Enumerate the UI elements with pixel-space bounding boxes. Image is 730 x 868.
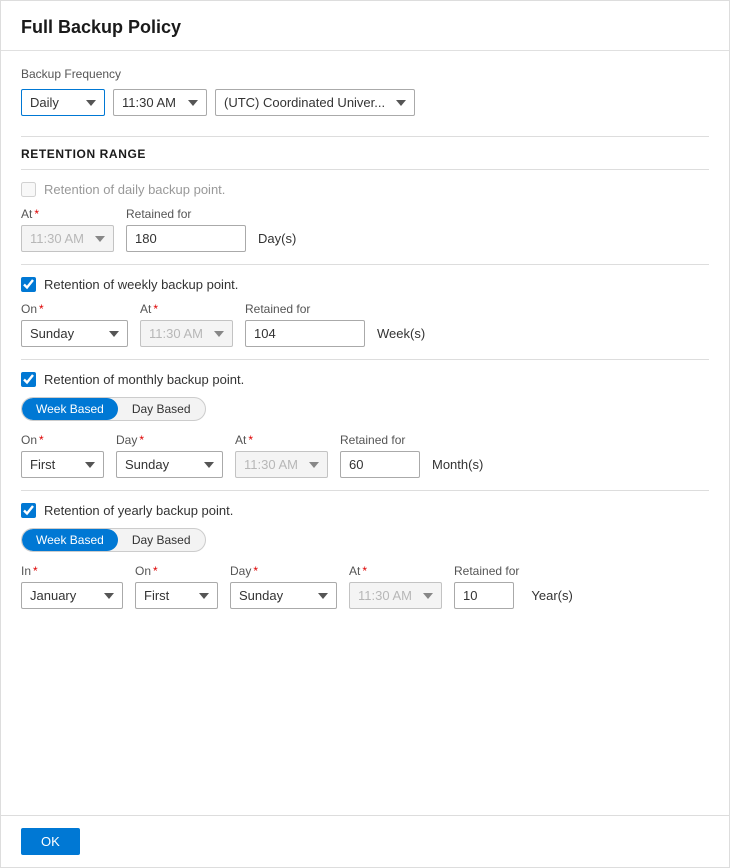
yearly-at-group: At * 11:30 AM <box>349 564 442 609</box>
ok-button[interactable]: OK <box>21 828 80 855</box>
weekly-on-group: On * Sunday Monday Tuesday Wednesday Thu… <box>21 302 128 347</box>
weekly-at-required: * <box>153 302 158 316</box>
monthly-day-group: Day * Sunday Monday Tuesday Wednesday Th… <box>116 433 223 478</box>
yearly-checkbox-label: Retention of yearly backup point. <box>44 503 233 518</box>
daily-at-group: At * 11:30 AM <box>21 207 114 252</box>
weekly-on-select[interactable]: Sunday Monday Tuesday Wednesday Thursday… <box>21 320 128 347</box>
monthly-at-select: 11:30 AM <box>235 451 328 478</box>
yearly-day-select[interactable]: Sunday Monday Tuesday Wednesday Thursday… <box>230 582 337 609</box>
yearly-retained-input[interactable] <box>454 582 514 609</box>
weekly-retention-block: Retention of weekly backup point. On * S… <box>21 265 709 360</box>
yearly-at-select: 11:30 AM <box>349 582 442 609</box>
daily-unit: Day(s) <box>258 231 296 252</box>
daily-retention-block: Retention of daily backup point. At * 11… <box>21 170 709 265</box>
weekly-retained-label: Retained for <box>245 302 365 316</box>
backup-frequency-label: Backup Frequency <box>21 67 709 81</box>
yearly-tab-day-based[interactable]: Day Based <box>118 529 205 551</box>
yearly-checkbox[interactable] <box>21 503 36 518</box>
yearly-retention-block: Retention of yearly backup point. Week B… <box>21 491 709 621</box>
monthly-at-label: At * <box>235 433 328 447</box>
yearly-in-select[interactable]: January February March April May June Ju… <box>21 582 123 609</box>
yearly-in-group: In * January February March April May Ju… <box>21 564 123 609</box>
retention-range-header: RETENTION RANGE <box>21 136 709 170</box>
daily-checkbox-row: Retention of daily backup point. <box>21 182 709 197</box>
yearly-unit: Year(s) <box>531 588 572 609</box>
monthly-tab-day-based[interactable]: Day Based <box>118 398 205 420</box>
yearly-on-group: On * First Second Third Fourth Last <box>135 564 218 609</box>
monthly-checkbox-row: Retention of monthly backup point. <box>21 372 709 387</box>
yearly-retained-group: Retained for <box>454 564 519 609</box>
weekly-fields-row: On * Sunday Monday Tuesday Wednesday Thu… <box>21 302 709 347</box>
main-content: Backup Frequency Daily Weekly Monthly 11… <box>1 51 729 815</box>
yearly-in-required: * <box>33 564 38 578</box>
yearly-retained-label: Retained for <box>454 564 519 578</box>
time-select[interactable]: 11:30 AM 12:00 PM <box>113 89 207 116</box>
daily-at-select: 11:30 AM <box>21 225 114 252</box>
yearly-on-select[interactable]: First Second Third Fourth Last <box>135 582 218 609</box>
monthly-at-required: * <box>248 433 253 447</box>
frequency-row: Daily Weekly Monthly 11:30 AM 12:00 PM (… <box>21 89 709 116</box>
monthly-on-label: On * <box>21 433 104 447</box>
weekly-at-label: At * <box>140 302 233 316</box>
yearly-at-required: * <box>362 564 367 578</box>
page-container: Full Backup Policy Backup Frequency Dail… <box>0 0 730 868</box>
daily-checkbox-label: Retention of daily backup point. <box>44 182 225 197</box>
weekly-at-group: At * 11:30 AM <box>140 302 233 347</box>
yearly-day-required: * <box>253 564 258 578</box>
monthly-on-group: On * First Second Third Fourth Last <box>21 433 104 478</box>
daily-retained-input[interactable] <box>126 225 246 252</box>
page-title: Full Backup Policy <box>1 1 729 51</box>
monthly-retained-input[interactable] <box>340 451 420 478</box>
daily-at-required: * <box>34 207 39 221</box>
weekly-on-required: * <box>39 302 44 316</box>
monthly-on-select[interactable]: First Second Third Fourth Last <box>21 451 104 478</box>
daily-checkbox[interactable] <box>21 182 36 197</box>
yearly-at-label: At * <box>349 564 442 578</box>
daily-retained-group: Retained for <box>126 207 246 252</box>
weekly-retained-group: Retained for <box>245 302 365 347</box>
frequency-select[interactable]: Daily Weekly Monthly <box>21 89 105 116</box>
monthly-on-required: * <box>39 433 44 447</box>
monthly-retained-label: Retained for <box>340 433 420 447</box>
monthly-checkbox[interactable] <box>21 372 36 387</box>
yearly-fields-row: In * January February March April May Ju… <box>21 564 709 609</box>
yearly-on-label: On * <box>135 564 218 578</box>
monthly-day-select[interactable]: Sunday Monday Tuesday Wednesday Thursday… <box>116 451 223 478</box>
monthly-checkbox-label: Retention of monthly backup point. <box>44 372 244 387</box>
daily-fields-row: At * 11:30 AM Retained for Day(s) <box>21 207 709 252</box>
monthly-tab-group: Week Based Day Based <box>21 397 206 421</box>
weekly-unit: Week(s) <box>377 326 425 347</box>
timezone-select[interactable]: (UTC) Coordinated Univer... <box>215 89 415 116</box>
monthly-fields-row: On * First Second Third Fourth Last Day … <box>21 433 709 478</box>
monthly-retained-group: Retained for <box>340 433 420 478</box>
yearly-checkbox-row: Retention of yearly backup point. <box>21 503 709 518</box>
weekly-checkbox[interactable] <box>21 277 36 292</box>
weekly-checkbox-row: Retention of weekly backup point. <box>21 277 709 292</box>
daily-retained-label: Retained for <box>126 207 246 221</box>
monthly-tab-week-based[interactable]: Week Based <box>22 398 118 420</box>
yearly-day-label: Day * <box>230 564 337 578</box>
yearly-in-label: In * <box>21 564 123 578</box>
yearly-on-required: * <box>153 564 158 578</box>
weekly-retained-input[interactable] <box>245 320 365 347</box>
monthly-at-group: At * 11:30 AM <box>235 433 328 478</box>
yearly-tab-week-based[interactable]: Week Based <box>22 529 118 551</box>
monthly-retention-block: Retention of monthly backup point. Week … <box>21 360 709 491</box>
yearly-tab-group: Week Based Day Based <box>21 528 206 552</box>
weekly-on-label: On * <box>21 302 128 316</box>
weekly-at-select: 11:30 AM <box>140 320 233 347</box>
monthly-day-label: Day * <box>116 433 223 447</box>
daily-at-label: At * <box>21 207 114 221</box>
yearly-day-group: Day * Sunday Monday Tuesday Wednesday Th… <box>230 564 337 609</box>
monthly-day-required: * <box>139 433 144 447</box>
monthly-unit: Month(s) <box>432 457 483 478</box>
footer: OK <box>1 815 729 867</box>
weekly-checkbox-label: Retention of weekly backup point. <box>44 277 238 292</box>
